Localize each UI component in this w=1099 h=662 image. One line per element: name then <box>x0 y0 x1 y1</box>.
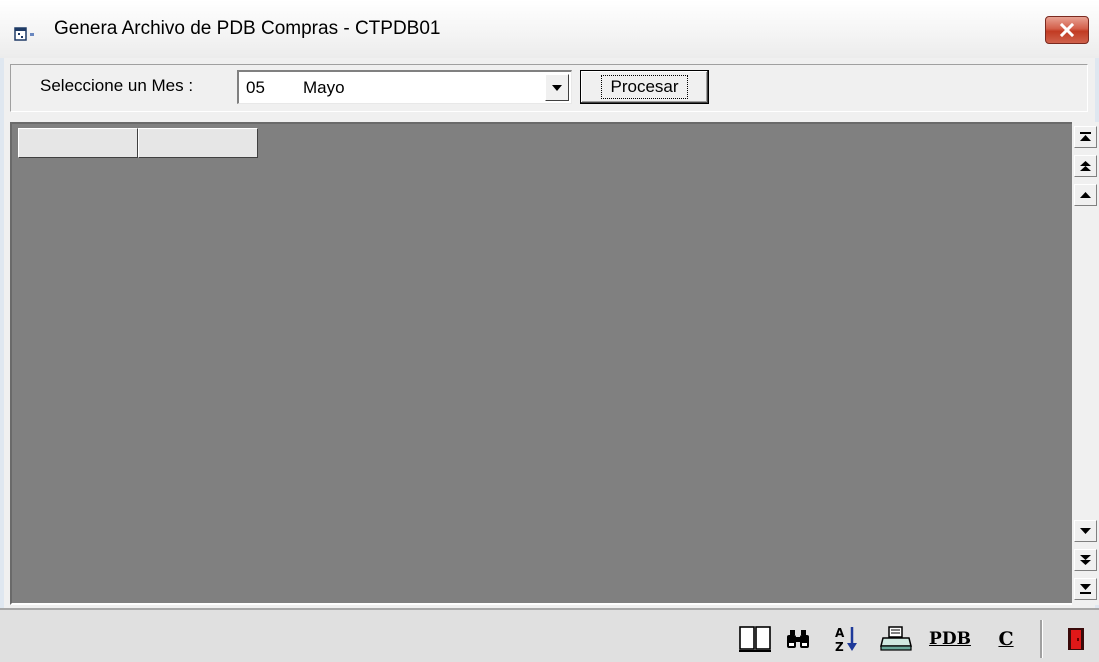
c-button[interactable]: C <box>990 619 1022 659</box>
exit-door-icon <box>1068 628 1084 650</box>
first-icon <box>1080 132 1091 141</box>
process-button[interactable]: Procesar <box>580 70 709 104</box>
arrow-down-icon <box>1080 528 1091 534</box>
chevron-down-icon <box>552 84 562 91</box>
month-code: 05 <box>246 78 265 97</box>
month-label: Seleccione un Mes : <box>40 76 194 95</box>
close-icon <box>1059 23 1075 37</box>
svg-text:A: A <box>835 626 845 640</box>
last-icon <box>1080 584 1091 594</box>
last-record-button[interactable] <box>1074 578 1097 600</box>
pdb-label: PDB <box>929 629 971 649</box>
double-down-icon <box>1080 554 1091 565</box>
grid-vertical-scrollbar[interactable] <box>1072 122 1099 605</box>
window-title: Genera Archivo de PDB Compras - CTPDB01 <box>54 18 441 39</box>
c-label: C <box>998 628 1014 650</box>
process-button-label: Procesar <box>601 75 688 99</box>
book-icon <box>739 626 771 652</box>
search-button[interactable] <box>780 619 816 659</box>
sort-button[interactable]: A Z <box>827 619 867 659</box>
grid-column-header[interactable] <box>18 128 138 158</box>
print-button[interactable] <box>876 619 916 659</box>
grid-column-header[interactable] <box>138 128 258 158</box>
svg-text:Z: Z <box>835 640 844 654</box>
data-grid[interactable] <box>10 122 1072 605</box>
month-select[interactable]: 05 Mayo <box>237 70 572 104</box>
title-bar: Genera Archivo de PDB Compras - CTPDB01 <box>0 0 1099 58</box>
next-page-button[interactable] <box>1074 549 1097 571</box>
scroll-down-button[interactable] <box>1074 520 1097 542</box>
exit-button[interactable] <box>1060 619 1092 659</box>
previous-page-button[interactable] <box>1074 155 1097 177</box>
arrow-up-icon <box>1080 192 1091 198</box>
view-button[interactable] <box>736 619 774 659</box>
scroll-up-button[interactable] <box>1074 184 1097 206</box>
dropdown-arrow-button[interactable] <box>545 74 569 101</box>
double-up-icon <box>1080 160 1091 171</box>
binoculars-icon <box>787 630 809 648</box>
app-window-icon <box>14 27 34 41</box>
month-name: Mayo <box>303 78 345 97</box>
sort-az-icon: A Z <box>835 626 857 654</box>
printer-icon <box>880 626 912 651</box>
toolbar-divider <box>1040 620 1043 658</box>
close-button[interactable] <box>1045 16 1089 44</box>
pdb-button[interactable]: PDB <box>925 619 975 659</box>
first-record-button[interactable] <box>1074 126 1097 148</box>
